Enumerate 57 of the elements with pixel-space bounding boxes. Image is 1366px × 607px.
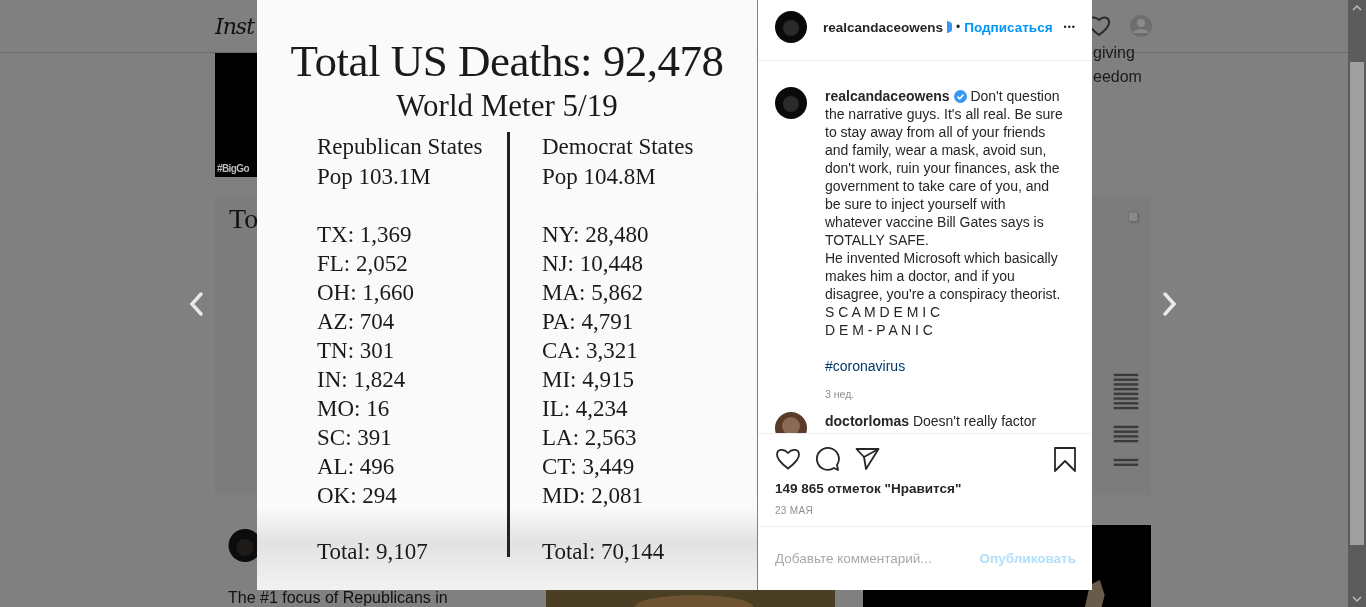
image-subtitle: World Meter 5/19 — [396, 88, 618, 124]
image-title: To — [229, 203, 259, 234]
hashtag-link[interactable]: #coronavirus — [825, 357, 906, 375]
like-icon[interactable] — [775, 447, 801, 471]
state-count: CT: 3,449 — [542, 453, 636, 481]
send-icon[interactable] — [855, 447, 880, 471]
population-text: Pop 103.1M — [317, 163, 432, 191]
total-text: Total: 70,144 — [542, 538, 666, 566]
state-count: MO: 16 — [317, 395, 391, 423]
state-count: CA: 3,321 — [542, 337, 639, 365]
state-count: TN: 301 — [317, 337, 396, 365]
separator-dot: • — [956, 20, 961, 34]
state-count: NJ: 10,448 — [542, 250, 644, 278]
state-count: AZ: 704 — [317, 308, 396, 336]
state-count: IL: 4,234 — [542, 395, 629, 423]
state-count: AL: 496 — [317, 453, 396, 481]
total-text: Total: 9,107 — [317, 538, 429, 566]
state-count: NY: 28,480 — [542, 221, 650, 249]
username-link[interactable]: realcandaceowens — [823, 19, 944, 35]
caption-text: S C A M D E M I C — [825, 303, 942, 321]
column-heading: Republican States — [317, 133, 484, 161]
caption-text: realcandaceowens Don't question the narrative guys. It's all real. Be sure to stay away from all of your friends and family, wear a mask, avoid sun, don't work, ruin your finances, ask the government to take care of you, and be sure to inject yourself with whatever vaccine Bill Gates says is TOTALLY SAFE. — [825, 87, 1064, 249]
likes-count[interactable]: 149 865 отметок "Нравится" — [758, 472, 1092, 496]
logo[interactable]: Inst — [215, 13, 254, 39]
state-count: MA: 5,862 — [542, 279, 644, 307]
state-count: SC: 391 — [317, 424, 393, 452]
image-caption: #BigGo — [217, 163, 249, 174]
state-count: TX: 1,369 — [317, 221, 413, 249]
image-title: Total US Deaths: 92,478 — [290, 36, 724, 86]
state-count: OH: 1,660 — [317, 279, 416, 307]
comment-text: doctorlomas Doesn't really factor — [825, 412, 1037, 430]
post-date: 23 МАЯ — [774, 504, 814, 516]
caption-text: D E M - P A N I C — [825, 321, 934, 339]
state-count: LA: 2,563 — [542, 424, 638, 452]
next-icon[interactable] — [1161, 291, 1179, 317]
state-count: MD: 2,081 — [542, 482, 644, 510]
state-count: IN: 1,824 — [317, 366, 407, 394]
post-text: giving — [1093, 43, 1136, 63]
column-heading: Democrat States — [542, 133, 695, 161]
state-count: OK: 294 — [317, 482, 398, 510]
previous-icon[interactable] — [187, 291, 205, 317]
scrollbar-thumb[interactable] — [1350, 62, 1364, 545]
multiple-images-icon — [1127, 211, 1141, 225]
scrollbar[interactable] — [1348, 0, 1366, 607]
comment-icon[interactable] — [815, 446, 841, 472]
caption-text: He invented Microsoft which basically makes him a doctor, and if you disagree, you're a conspiracy theorist. — [825, 249, 1062, 303]
avatar-icon[interactable] — [775, 11, 807, 43]
state-count: MI: 4,915 — [542, 366, 635, 394]
state-count: FL: 2,052 — [317, 250, 409, 278]
avatar-icon[interactable] — [775, 87, 807, 119]
state-count: PA: 4,791 — [542, 308, 635, 336]
more-options-button[interactable]: ••• — [1063, 22, 1076, 32]
post-text: eedom — [1093, 67, 1143, 87]
post-text: The #1 focus of Republicans in — [228, 589, 449, 607]
post-age: 3 нед. — [825, 388, 856, 400]
population-text: Pop 104.8M — [542, 163, 657, 191]
bookmark-icon[interactable] — [1054, 446, 1076, 472]
